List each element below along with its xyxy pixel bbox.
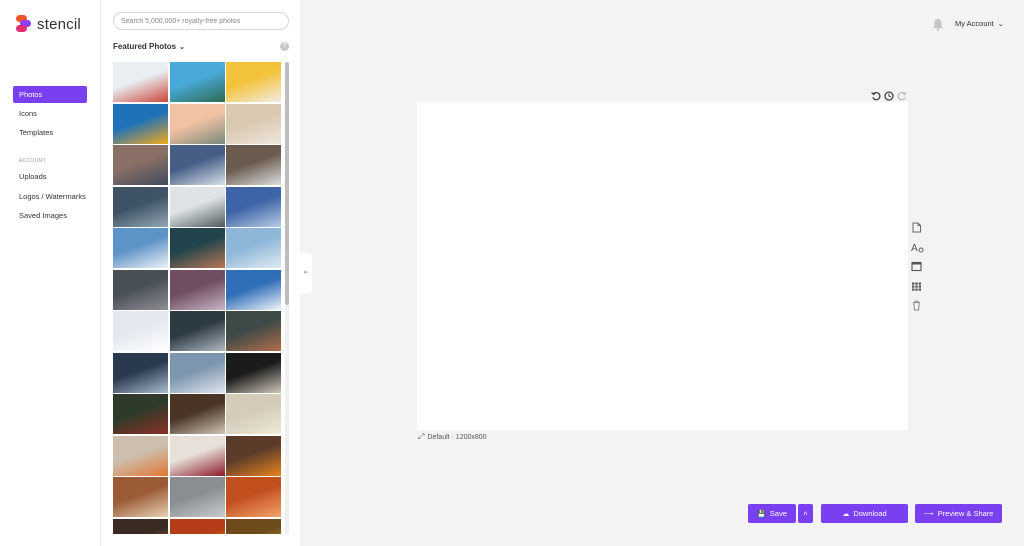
photo-thumbnail-berries-bowl[interactable]: [169, 435, 225, 476]
photo-search-input[interactable]: [113, 12, 289, 30]
frame-icon[interactable]: [911, 261, 922, 272]
photo-thumbnail-palm-trees-sky[interactable]: [169, 62, 225, 102]
notification-bell-icon[interactable]: [932, 18, 944, 31]
save-icon: 💾: [757, 510, 766, 518]
photo-thumbnail-golden-trees[interactable]: [226, 518, 281, 534]
my-account-label: My Account: [955, 19, 994, 28]
photo-thumbnail-arctic-fox[interactable]: [113, 311, 168, 351]
brand-name: stencil: [37, 15, 81, 33]
grid-icon[interactable]: [911, 281, 922, 292]
photo-thumbnail-foggy-forest[interactable]: [169, 186, 225, 227]
photos-panel: Featured Photos ⌄ ?: [101, 0, 300, 546]
photo-thumbnail-snowy-mountain-lake[interactable]: [169, 145, 225, 185]
cloud-download-icon: ☁: [842, 510, 850, 518]
photo-thumbnail-rocky-mountain-snow[interactable]: [226, 145, 281, 185]
nav-item-photos[interactable]: Photos: [13, 86, 87, 103]
nav-item-uploads[interactable]: Uploads: [13, 168, 87, 185]
photo-thumbnail-beach-umbrellas[interactable]: [226, 103, 281, 144]
photo-thumbnail-autumn-table[interactable]: [113, 477, 168, 517]
chevron-up-icon: ˄: [803, 509, 808, 518]
history-icon[interactable]: [884, 91, 894, 101]
design-canvas[interactable]: [417, 102, 908, 430]
photo-thumbnail-city-bridge[interactable]: [113, 145, 168, 185]
photo-thumbnail-coffee-cup[interactable]: [169, 311, 225, 351]
redo-icon[interactable]: [897, 91, 907, 101]
canvas-size-selector[interactable]: ⤢ Default · 1200x800: [418, 432, 487, 442]
expand-icon: ⤢: [418, 432, 425, 441]
photo-thumbnail-pine-cones[interactable]: [226, 311, 281, 351]
photo-thumbnail-foggy-road[interactable]: [169, 477, 225, 517]
photo-thumbnail-sunflower-wood[interactable]: [226, 435, 281, 476]
stencil-logo[interactable]: stencil: [16, 15, 81, 33]
photo-thumbnail-dark-waves[interactable]: [113, 269, 168, 310]
photo-thumbnail-frosty-leaves[interactable]: [169, 269, 225, 310]
save-options-button[interactable]: ˄: [798, 504, 813, 523]
photo-thumbnail-pumpkin-hands[interactable]: [113, 435, 168, 476]
scrollbar-thumb[interactable]: [285, 62, 289, 305]
canvas-size-label: Default · 1200x800: [427, 433, 487, 441]
nav-item-icons[interactable]: Icons: [13, 105, 87, 122]
photo-thumbnail-ice-cream-yellow[interactable]: [226, 62, 281, 102]
undo-icon[interactable]: [871, 91, 881, 101]
photo-thumbnail-yellow-flowers[interactable]: [113, 103, 168, 144]
featured-photos-label: Featured Photos: [113, 42, 177, 51]
photo-thumbnail-pine-cones-dark[interactable]: [226, 352, 281, 393]
photo-thumbnail-chickens[interactable]: [113, 394, 168, 434]
text-tool-icon[interactable]: A: [911, 242, 924, 253]
photo-grid: [113, 62, 283, 534]
photo-thumbnail-frost-bubble[interactable]: [226, 186, 281, 227]
photo-thumbnail-palm-sunset[interactable]: [169, 103, 225, 144]
save-button[interactable]: 💾 Save: [748, 504, 796, 523]
photo-thumbnail-snow-drifts[interactable]: [226, 228, 281, 268]
share-icon: ⟶: [923, 510, 934, 518]
photo-thumbnail-frozen-river[interactable]: [113, 186, 168, 227]
featured-photos-dropdown[interactable]: Featured Photos ⌄: [113, 42, 185, 51]
photo-thumbnail-autumn-leaves[interactable]: [169, 518, 225, 534]
collapse-panel-toggle[interactable]: ▸: [300, 253, 312, 293]
photo-thumbnail-frozen-lake[interactable]: [113, 352, 168, 393]
photo-thumbnail-bread-flat[interactable]: [226, 394, 281, 434]
svg-text:A: A: [911, 243, 918, 253]
photo-thumbnail-cozy-room[interactable]: [113, 518, 168, 534]
download-button[interactable]: ☁ Download: [821, 504, 908, 523]
page-icon[interactable]: [911, 222, 922, 233]
my-account-menu[interactable]: My Account ⌄: [955, 19, 1004, 28]
chevron-right-icon: ▸: [304, 269, 308, 276]
photo-thumbnail-snowy-trees[interactable]: [113, 228, 168, 268]
nav-item-logos-watermarks[interactable]: Logos / Watermarks: [13, 188, 87, 205]
photo-thumbnail-spices-table[interactable]: [169, 394, 225, 434]
nav-item-templates[interactable]: Templates: [13, 124, 87, 141]
preview-share-label: Preview & Share: [937, 509, 994, 518]
stencil-logo-icon: [16, 15, 32, 33]
photo-panel-scrollbar[interactable]: [285, 62, 289, 534]
photo-thumbnail-ferris-wheel[interactable]: [113, 62, 168, 102]
download-label: Download: [853, 509, 887, 518]
preview-share-button[interactable]: ⟶ Preview & Share: [915, 504, 1002, 523]
chevron-down-icon: ⌄: [997, 20, 1004, 28]
photo-thumbnail-winter-cabin[interactable]: [169, 228, 225, 268]
chevron-down-icon: ⌄: [179, 43, 185, 51]
left-nav: stencil Photos Icons Templates ACCOUNT U…: [0, 0, 101, 546]
photo-thumbnail-snow-slope[interactable]: [226, 269, 281, 310]
photo-thumbnail-frosted-pines[interactable]: [169, 352, 225, 393]
save-label: Save: [769, 509, 787, 518]
nav-section-account: ACCOUNT: [19, 158, 46, 164]
photo-thumbnail-peaches[interactable]: [226, 477, 281, 517]
help-icon[interactable]: ?: [280, 42, 289, 51]
nav-item-saved-images[interactable]: Saved Images: [13, 207, 87, 224]
trash-icon[interactable]: [911, 300, 922, 311]
